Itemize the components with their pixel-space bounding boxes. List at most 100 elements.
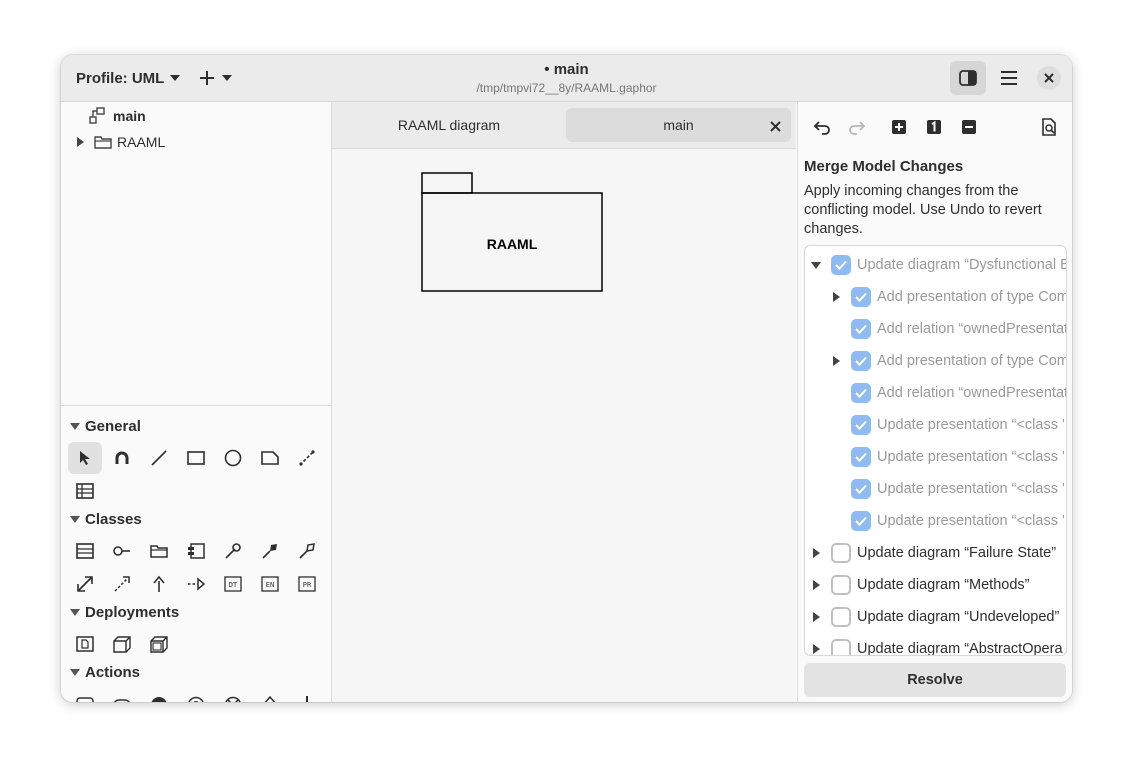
change-checkbox[interactable] [851, 319, 871, 339]
magnet-tool[interactable] [105, 442, 139, 474]
expand-arrow-icon[interactable] [829, 354, 843, 368]
change-row[interactable]: Update presentation “<class ' [829, 409, 1065, 441]
section-general[interactable]: General [70, 416, 141, 436]
change-row[interactable]: Add presentation of type Com [829, 345, 1066, 377]
interface-icon [113, 546, 130, 556]
datatype-tool[interactable]: DT [216, 568, 250, 600]
generalization-tool[interactable] [142, 568, 176, 600]
tab-raaml-diagram[interactable]: RAAML diagram [336, 108, 562, 142]
inspect-model-button[interactable] [1035, 114, 1063, 140]
interface-realization-tool[interactable] [179, 568, 213, 600]
expand-arrow-icon[interactable] [829, 290, 843, 304]
dependency-tool[interactable] [68, 568, 102, 600]
flow-final-tool[interactable] [216, 688, 250, 702]
initial-node-tool[interactable] [142, 688, 176, 702]
diagram-canvas[interactable]: RAAML [332, 149, 796, 702]
change-checkbox[interactable] [831, 607, 851, 627]
collapse-arrow-icon [70, 515, 80, 523]
main-menu-button[interactable] [991, 61, 1027, 95]
change-checkbox[interactable] [851, 447, 871, 467]
table-tool[interactable] [68, 475, 102, 507]
final-node-tool[interactable] [179, 688, 213, 702]
resolve-button[interactable]: Resolve [804, 663, 1066, 697]
package-element[interactable]: RAAML [421, 172, 603, 292]
artifact-icon [76, 636, 94, 652]
checkmark-icon [855, 516, 867, 526]
svg-text:PR: PR [303, 581, 312, 589]
section-deployments[interactable]: Deployments [70, 602, 179, 622]
activity-tool[interactable] [68, 688, 102, 702]
device-tool[interactable] [142, 628, 176, 660]
package-tool[interactable] [142, 535, 176, 567]
collapse-all-button[interactable] [955, 114, 983, 140]
close-tab-button[interactable] [770, 119, 781, 135]
tree-item-main[interactable]: main [88, 104, 146, 128]
close-window-button[interactable] [1031, 61, 1067, 95]
node-tool[interactable] [105, 628, 139, 660]
class-tool[interactable] [68, 535, 102, 567]
component-tool[interactable] [179, 535, 213, 567]
tab-main[interactable]: main [566, 108, 791, 142]
realization-tool[interactable] [105, 568, 139, 600]
change-checkbox[interactable] [851, 383, 871, 403]
tree-item-raaml[interactable]: RAAML [73, 130, 165, 154]
association-icon [225, 543, 241, 559]
change-checkbox[interactable] [851, 479, 871, 499]
expand-arrow-icon[interactable] [73, 135, 87, 149]
change-checkbox[interactable] [831, 575, 851, 595]
change-row[interactable]: Add relation “ownedPresentat [829, 377, 1066, 409]
change-checkbox[interactable] [851, 287, 871, 307]
change-row[interactable]: Update diagram “Undeveloped” [809, 601, 1059, 633]
change-checkbox[interactable] [831, 543, 851, 563]
change-row[interactable]: Update diagram “Dysfunctional B [809, 249, 1066, 281]
change-row[interactable]: Add presentation of type Com [829, 281, 1066, 313]
change-checkbox[interactable] [831, 255, 851, 275]
expand-one-level-button[interactable] [920, 114, 948, 140]
section-actions[interactable]: Actions [70, 662, 140, 682]
redo-button[interactable] [843, 114, 871, 140]
interface-tool[interactable] [105, 535, 139, 567]
pointer-tool[interactable] [68, 442, 102, 474]
change-row[interactable]: Update presentation “<class ' [829, 505, 1065, 537]
fork-tool[interactable] [290, 688, 324, 702]
aggregation-tool[interactable] [290, 535, 324, 567]
one-box-icon [927, 120, 941, 134]
change-row[interactable]: Update presentation “<class ' [829, 473, 1065, 505]
artifact-tool[interactable] [68, 628, 102, 660]
primitive-tool[interactable]: PR [290, 568, 324, 600]
change-checkbox[interactable] [851, 415, 871, 435]
line-tool[interactable] [142, 442, 176, 474]
change-row[interactable]: Update diagram “AbstractOpera [809, 633, 1063, 655]
change-checkbox[interactable] [851, 351, 871, 371]
box-tool[interactable] [179, 442, 213, 474]
change-row[interactable]: Update presentation “<class ' [829, 441, 1065, 473]
collapse-arrow-icon[interactable] [809, 258, 823, 272]
composition-tool[interactable] [253, 535, 287, 567]
expand-all-button[interactable] [885, 114, 913, 140]
comment-line-tool[interactable] [290, 442, 324, 474]
ellipse-icon [224, 449, 242, 467]
change-checkbox[interactable] [831, 639, 851, 655]
expand-arrow-icon[interactable] [809, 642, 823, 655]
change-row[interactable]: Add relation “ownedPresentat [829, 313, 1066, 345]
expand-arrow-icon[interactable] [809, 546, 823, 560]
association-tool[interactable] [216, 535, 250, 567]
expand-arrow-icon[interactable] [809, 610, 823, 624]
enumeration-icon: EN [261, 576, 279, 592]
decision-tool[interactable] [253, 688, 287, 702]
action-tool[interactable] [105, 688, 139, 702]
diagram-area: RAAML diagram main RAAML [332, 102, 796, 702]
hamburger-menu-icon [1001, 71, 1017, 85]
undo-button[interactable] [808, 114, 836, 140]
checkmark-icon [855, 388, 867, 398]
ellipse-tool[interactable] [216, 442, 250, 474]
expand-arrow-icon[interactable] [809, 578, 823, 592]
comment-tool[interactable] [253, 442, 287, 474]
change-row[interactable]: Update diagram “Methods” [809, 569, 1029, 601]
enumeration-tool[interactable]: EN [253, 568, 287, 600]
change-row[interactable]: Update diagram “Failure State” [809, 537, 1056, 569]
change-checkbox[interactable] [851, 511, 871, 531]
section-classes[interactable]: Classes [70, 509, 142, 529]
toggle-sidebar-button[interactable] [950, 61, 986, 95]
